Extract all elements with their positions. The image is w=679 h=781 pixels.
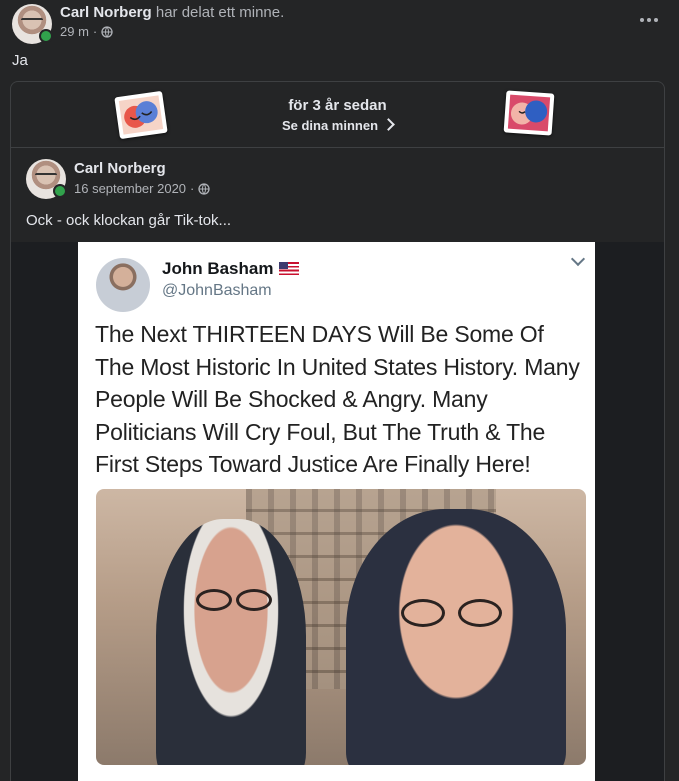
post-timestamp[interactable]: 29 m <box>60 24 89 39</box>
original-post-header: Carl Norberg 16 september 2020 · <box>26 159 626 199</box>
more-dot <box>647 18 651 22</box>
kiss-sticker-icon <box>503 90 555 136</box>
tweet-body: The Next THIRTEEN DAYS Will Be Some Of T… <box>95 321 580 477</box>
globe-icon[interactable] <box>101 25 113 38</box>
online-dot-icon <box>39 29 53 43</box>
memory-banner[interactable]: för 3 år sedan Se dina minnen <box>11 82 664 148</box>
glasses-left-b <box>236 589 272 611</box>
chevron-right-icon <box>382 118 395 131</box>
post-header: Carl Norberg har delat ett minne. 29 m · <box>12 4 667 44</box>
meta-separator: · <box>92 24 98 39</box>
original-post-text: Ock - ock klockan går Tik-tok... <box>26 212 232 229</box>
online-dot-icon <box>53 184 67 198</box>
original-post-meta: 16 september 2020 · <box>74 181 211 196</box>
us-flag-icon <box>279 262 300 275</box>
avatar-glasses <box>35 173 57 180</box>
more-dot <box>654 18 658 22</box>
glasses-right-b <box>458 599 502 627</box>
original-author-name[interactable]: Carl Norberg <box>74 160 166 177</box>
memory-title: för 3 år sedan <box>288 97 387 114</box>
glasses-right-a <box>401 599 445 627</box>
more-dots-icon <box>640 18 644 22</box>
tweet-author-name: John Basham <box>162 259 300 279</box>
tweet-handle: @JohnBasham <box>162 282 272 299</box>
glasses-left-a <box>196 589 232 611</box>
meta-separator: · <box>190 181 195 196</box>
original-post-date[interactable]: 16 september 2020 <box>74 181 186 196</box>
post-text: Ja <box>12 52 28 69</box>
original-author-line: Carl Norberg <box>74 160 166 178</box>
person-left <box>156 519 306 765</box>
tweet-name-text: John Basham <box>162 259 274 278</box>
post-author-name[interactable]: Carl Norberg <box>60 4 152 21</box>
author-avatar[interactable] <box>12 4 53 44</box>
original-author-avatar[interactable] <box>26 159 67 199</box>
globe-icon[interactable] <box>198 182 211 195</box>
tweet-photo <box>96 489 586 765</box>
avatar-glasses <box>21 18 43 25</box>
more-options-button[interactable] <box>631 6 667 34</box>
post-meta: 29 m · <box>60 24 113 39</box>
post-media[interactable]: John Basham @JohnBasham The Next THIRTEE… <box>11 242 664 781</box>
see-memories-link[interactable]: Se dina minnen <box>11 118 664 133</box>
chevron-down-icon <box>570 251 586 267</box>
tweet-avatar <box>96 258 150 312</box>
tweet-screenshot-image: John Basham @JohnBasham The Next THIRTEE… <box>78 242 595 781</box>
memory-card: för 3 år sedan Se dina minnen Carl Norbe… <box>10 81 665 781</box>
person-right <box>346 509 566 765</box>
post-action-text: har delat ett minne. <box>155 4 285 21</box>
see-memories-label: Se dina minnen <box>281 118 379 133</box>
post-author-line: Carl Norberg har delat ett minne. <box>60 4 284 22</box>
